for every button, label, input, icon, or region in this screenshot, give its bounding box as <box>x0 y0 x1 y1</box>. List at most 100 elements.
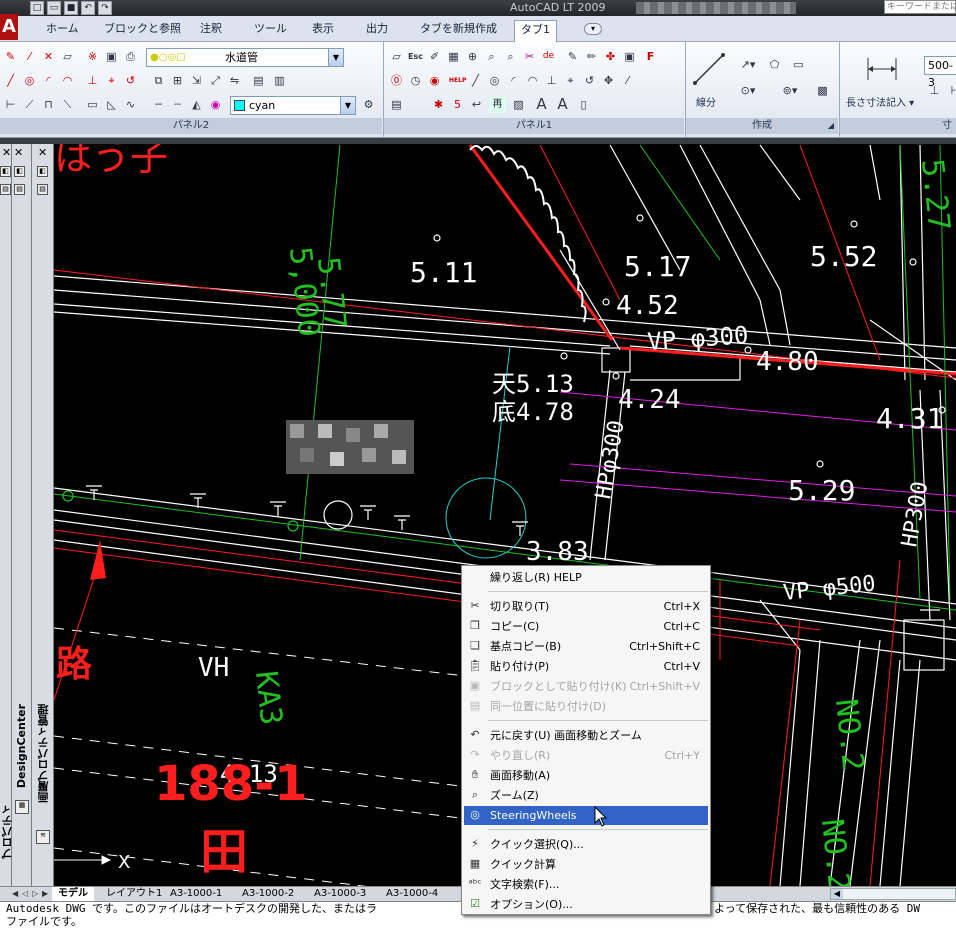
layer-manager-palette[interactable]: ✕ ◧ ▤ 画層プロパティ管理 ≋ <box>32 144 54 904</box>
next-tab-icon[interactable]: ▷ <box>32 888 40 900</box>
tab-dropdown-button[interactable]: ▾ <box>584 23 602 35</box>
last-tab-icon[interactable]: ▶ <box>42 888 50 900</box>
fifty-icon[interactable]: 5 <box>449 96 466 113</box>
menu-item-undo[interactable]: ↶ 元に戻す(U) 画面移動とズーム <box>464 726 708 745</box>
menu-icon[interactable]: ▤ <box>0 184 11 195</box>
zoom-window-icon[interactable]: ⊕ <box>464 48 481 65</box>
undo-icon[interactable]: ↶ <box>81 1 95 15</box>
dashdot-icon[interactable]: ┄ <box>169 96 186 113</box>
tab-view[interactable]: 表示 <box>312 20 334 38</box>
ellipse-dropdown-icon[interactable]: ⊚▾ <box>776 82 804 99</box>
perp-icon[interactable]: ⊥ <box>543 72 560 89</box>
erase-icon[interactable]: ✕ <box>40 48 57 65</box>
snap-tool-icon[interactable]: ⌖ <box>562 72 579 89</box>
color-combo[interactable]: cyan ▼ <box>230 96 356 115</box>
explode-icon[interactable]: ⁄ <box>619 72 636 89</box>
new-icon[interactable]: □ <box>30 1 44 15</box>
target-icon[interactable]: ◉ <box>426 72 443 89</box>
menu-icon[interactable]: ▤ <box>37 184 48 195</box>
linear-dim-label[interactable]: 長さ寸法記入 ▾ <box>846 94 914 109</box>
rotate-icon[interactable]: ↺ <box>122 72 139 89</box>
menu-item-cut[interactable]: ✂ 切り取り(T) Ctrl+X <box>464 597 708 616</box>
mirror-icon[interactable]: ⇋ <box>226 72 243 89</box>
break-icon[interactable]: ⁄ <box>21 48 38 65</box>
designcenter-palette[interactable]: ✕ ◧ ▤ DesignCenter ▦ <box>12 144 32 904</box>
menu-item-quick-select[interactable]: ⚡︎ クイック選択(Q)... <box>464 835 708 854</box>
dim-tool-icon[interactable]: ⊥ <box>926 82 943 99</box>
linear-dim-large-icon[interactable] <box>866 56 898 82</box>
layer-icon[interactable]: ▦ <box>445 48 462 65</box>
palette-grid-icon[interactable]: ▦ <box>15 800 29 814</box>
line-icon[interactable]: ╱ <box>467 72 484 89</box>
menu-item-copy[interactable]: ❐ コピー(C) Ctrl+C <box>464 617 708 636</box>
dim-cont-icon[interactable]: ⟍ <box>59 96 76 113</box>
menu-item-repeat-help[interactable]: 繰り返し(R) HELP <box>464 568 708 587</box>
menu-item-steeringwheels[interactable]: ◎ SteeringWheels <box>464 806 708 825</box>
measure-icon[interactable]: ✱ <box>430 96 447 113</box>
scale-icon[interactable]: ⤢ <box>207 72 224 89</box>
save-icon[interactable]: ■ <box>64 1 78 15</box>
layout-tab-a3-4[interactable]: A3-1000-4 <box>380 887 444 901</box>
palm-icon[interactable]: ✤ <box>602 48 619 65</box>
save-file-icon[interactable]: ▣ <box>103 48 120 65</box>
line-tool-icon[interactable]: ╱ <box>2 72 19 89</box>
tab-annotate[interactable]: 注釈 <box>200 20 222 38</box>
f-button[interactable]: F <box>642 48 659 65</box>
mtext-button[interactable]: A <box>554 96 571 113</box>
arc-tool-icon[interactable]: ◜ <box>40 72 57 89</box>
chevron-down-icon[interactable]: ▼ <box>328 49 343 66</box>
circle-tool-icon[interactable]: ◎ <box>21 72 38 89</box>
tab-new-tab[interactable]: タブを新規作成 <box>420 20 497 38</box>
zoom-realtime-icon[interactable]: ⌕ <box>483 48 500 65</box>
properties-palette[interactable]: ✕ ◧ ▤ プロパティ <box>0 144 14 904</box>
trim-icon[interactable]: ◠ <box>59 72 76 89</box>
arc-icon[interactable]: ◜ <box>505 72 522 89</box>
help-button[interactable]: HELP <box>448 72 466 89</box>
scroll-left-icon[interactable]: ◀ <box>831 889 843 899</box>
dim-tool2-icon[interactable]: ⊦ <box>945 82 956 99</box>
line-large-icon[interactable] <box>692 52 726 86</box>
menu-item-find-text[interactable]: ᵃᵇᶜ 文字検索(F)... <box>464 875 708 894</box>
line-label[interactable]: 線分 <box>696 94 716 109</box>
hatch-draw-icon[interactable]: ▩ <box>814 82 831 99</box>
move-icon[interactable]: ✥ <box>600 72 617 89</box>
redo-icon[interactable]: ↷ <box>98 1 112 15</box>
extend-icon[interactable]: ⊥ <box>84 72 101 89</box>
clock-icon[interactable]: ◷ <box>407 72 424 89</box>
color-wheel-icon[interactable]: ◉ <box>207 96 224 113</box>
hatch-icon[interactable]: ※ <box>84 48 101 65</box>
pencil-icon[interactable]: ✏ <box>583 48 600 65</box>
pen-icon[interactable]: ✎ <box>564 48 581 65</box>
tab-tools[interactable]: ツール <box>254 20 287 38</box>
open-folder-icon[interactable]: ▱ <box>388 48 405 65</box>
regen-button[interactable]: 再 <box>489 96 506 113</box>
rect-draw-icon[interactable]: ▭ <box>790 56 807 73</box>
layout-tab-a3-1[interactable]: A3-1000-1 <box>164 887 228 901</box>
layer-state-icon[interactable]: ◭ <box>188 96 205 113</box>
brush-icon[interactable]: ✂ <box>521 48 538 65</box>
menu-item-paste-as-block[interactable]: ▣ ブロックとして貼り付け(K) Ctrl+Shift+V <box>464 677 708 696</box>
menu-item-paste-original-coords[interactable]: ▤ 同一位置に貼り付け(D) <box>464 697 708 716</box>
autohide-icon[interactable]: ◧ <box>0 166 11 177</box>
palette-layers-icon[interactable]: ≋ <box>36 830 50 844</box>
copy-obj-icon[interactable]: ⧉ <box>150 72 167 89</box>
application-menu-button[interactable]: A <box>0 14 18 40</box>
close-icon[interactable]: ✕ <box>14 146 23 159</box>
tab-output[interactable]: 出力 <box>366 20 388 38</box>
layer-match-icon[interactable]: ▤ <box>250 72 267 89</box>
open-icon[interactable]: ▭ <box>47 1 61 15</box>
dim-style-combo[interactable]: 500-3 <box>924 56 956 89</box>
menu-item-copy-with-base[interactable]: ❏ 基点コピー(B) Ctrl+Shift+C <box>464 637 708 656</box>
stretch-icon[interactable]: ⇲ <box>188 72 205 89</box>
layout-tab-a3-3[interactable]: A3-1000-3 <box>308 887 372 901</box>
polygon-icon[interactable]: ◺ <box>103 96 120 113</box>
edit-icon[interactable]: ✐ <box>426 48 443 65</box>
layout-tab-layout1[interactable]: レイアウト1 <box>100 887 168 901</box>
text-icon-hatch[interactable]: ▨ <box>510 96 527 113</box>
layout-tab-model[interactable]: モデル <box>52 887 94 901</box>
dim-aligned-icon[interactable]: ⟋ <box>21 96 38 113</box>
layout-tab-a3-2[interactable]: A3-1000-2 <box>236 887 300 901</box>
menu-item-quick-calc[interactable]: ▦ クイック計算 <box>464 855 708 874</box>
list-icon[interactable]: ▤ <box>388 96 405 113</box>
properties-icon[interactable]: ⚙ <box>360 96 377 113</box>
